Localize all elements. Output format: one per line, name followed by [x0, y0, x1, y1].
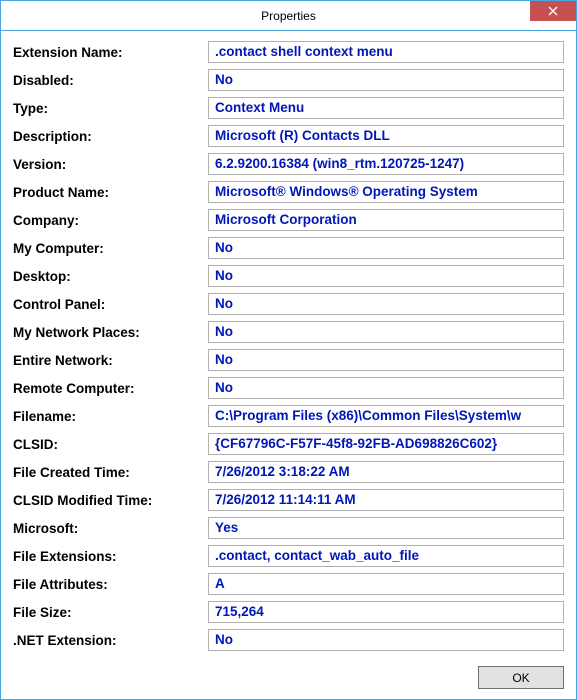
property-row: Desktop:No	[13, 265, 564, 287]
property-label: CLSID:	[13, 437, 208, 452]
property-value[interactable]: .contact, contact_wab_auto_file	[208, 545, 564, 567]
property-value[interactable]: Microsoft Corporation	[208, 209, 564, 231]
property-label: Product Name:	[13, 185, 208, 200]
property-label: File Created Time:	[13, 465, 208, 480]
property-row: .NET Extension:No	[13, 629, 564, 651]
property-label: Version:	[13, 157, 208, 172]
titlebar: Properties	[1, 1, 576, 31]
property-row: File Extensions:.contact, contact_wab_au…	[13, 545, 564, 567]
property-label: CLSID Modified Time:	[13, 493, 208, 508]
property-row: Product Name:Microsoft® Windows® Operati…	[13, 181, 564, 203]
property-label: My Network Places:	[13, 325, 208, 340]
property-label: Filename:	[13, 409, 208, 424]
property-row: Version:6.2.9200.16384 (win8_rtm.120725-…	[13, 153, 564, 175]
property-value[interactable]: Yes	[208, 517, 564, 539]
property-value[interactable]: No	[208, 629, 564, 651]
window-title: Properties	[261, 9, 316, 23]
property-label: Type:	[13, 101, 208, 116]
property-row: CLSID:{CF67796C-F57F-45f8-92FB-AD698826C…	[13, 433, 564, 455]
property-label: Microsoft:	[13, 521, 208, 536]
property-value[interactable]: No	[208, 377, 564, 399]
property-row: CLSID Modified Time:7/26/2012 11:14:11 A…	[13, 489, 564, 511]
property-value[interactable]: {CF67796C-F57F-45f8-92FB-AD698826C602}	[208, 433, 564, 455]
property-row: Microsoft:Yes	[13, 517, 564, 539]
property-value[interactable]: C:\Program Files (x86)\Common Files\Syst…	[208, 405, 564, 427]
property-label: My Computer:	[13, 241, 208, 256]
property-label: File Size:	[13, 605, 208, 620]
property-value[interactable]: Context Menu	[208, 97, 564, 119]
property-row: File Created Time:7/26/2012 3:18:22 AM	[13, 461, 564, 483]
property-label: Desktop:	[13, 269, 208, 284]
property-row: Filename:C:\Program Files (x86)\Common F…	[13, 405, 564, 427]
property-value[interactable]: .contact shell context menu	[208, 41, 564, 63]
property-row: Disabled:No	[13, 69, 564, 91]
property-value[interactable]: No	[208, 69, 564, 91]
property-label: Control Panel:	[13, 297, 208, 312]
property-row: Entire Network:No	[13, 349, 564, 371]
property-label: Remote Computer:	[13, 381, 208, 396]
ok-button[interactable]: OK	[478, 666, 564, 689]
property-row: My Computer:No	[13, 237, 564, 259]
close-button[interactable]	[530, 1, 576, 21]
property-value[interactable]: 7/26/2012 3:18:22 AM	[208, 461, 564, 483]
footer: OK	[1, 660, 576, 699]
property-value[interactable]: 7/26/2012 11:14:11 AM	[208, 489, 564, 511]
property-value[interactable]: No	[208, 321, 564, 343]
property-label: Description:	[13, 129, 208, 144]
property-row: Extension Name:.contact shell context me…	[13, 41, 564, 63]
property-row: Company:Microsoft Corporation	[13, 209, 564, 231]
property-row: Remote Computer:No	[13, 377, 564, 399]
property-row: File Attributes:A	[13, 573, 564, 595]
property-value[interactable]: No	[208, 293, 564, 315]
property-value[interactable]: No	[208, 265, 564, 287]
properties-content: Extension Name:.contact shell context me…	[1, 31, 576, 660]
property-value[interactable]: 6.2.9200.16384 (win8_rtm.120725-1247)	[208, 153, 564, 175]
ok-button-label: OK	[512, 671, 529, 685]
property-label: File Attributes:	[13, 577, 208, 592]
property-row: Description:Microsoft (R) Contacts DLL	[13, 125, 564, 147]
property-row: Control Panel:No	[13, 293, 564, 315]
property-row: File Size:715,264	[13, 601, 564, 623]
property-label: File Extensions:	[13, 549, 208, 564]
property-label: Disabled:	[13, 73, 208, 88]
property-value[interactable]: No	[208, 349, 564, 371]
property-value[interactable]: 715,264	[208, 601, 564, 623]
property-label: Extension Name:	[13, 45, 208, 60]
property-value[interactable]: Microsoft® Windows® Operating System	[208, 181, 564, 203]
property-label: Company:	[13, 213, 208, 228]
property-row: Type:Context Menu	[13, 97, 564, 119]
property-row: My Network Places:No	[13, 321, 564, 343]
property-label: Entire Network:	[13, 353, 208, 368]
property-value[interactable]: A	[208, 573, 564, 595]
property-label: .NET Extension:	[13, 633, 208, 648]
property-value[interactable]: No	[208, 237, 564, 259]
properties-window: Properties Extension Name:.contact shell…	[0, 0, 577, 700]
property-value[interactable]: Microsoft (R) Contacts DLL	[208, 125, 564, 147]
close-icon	[548, 6, 558, 16]
